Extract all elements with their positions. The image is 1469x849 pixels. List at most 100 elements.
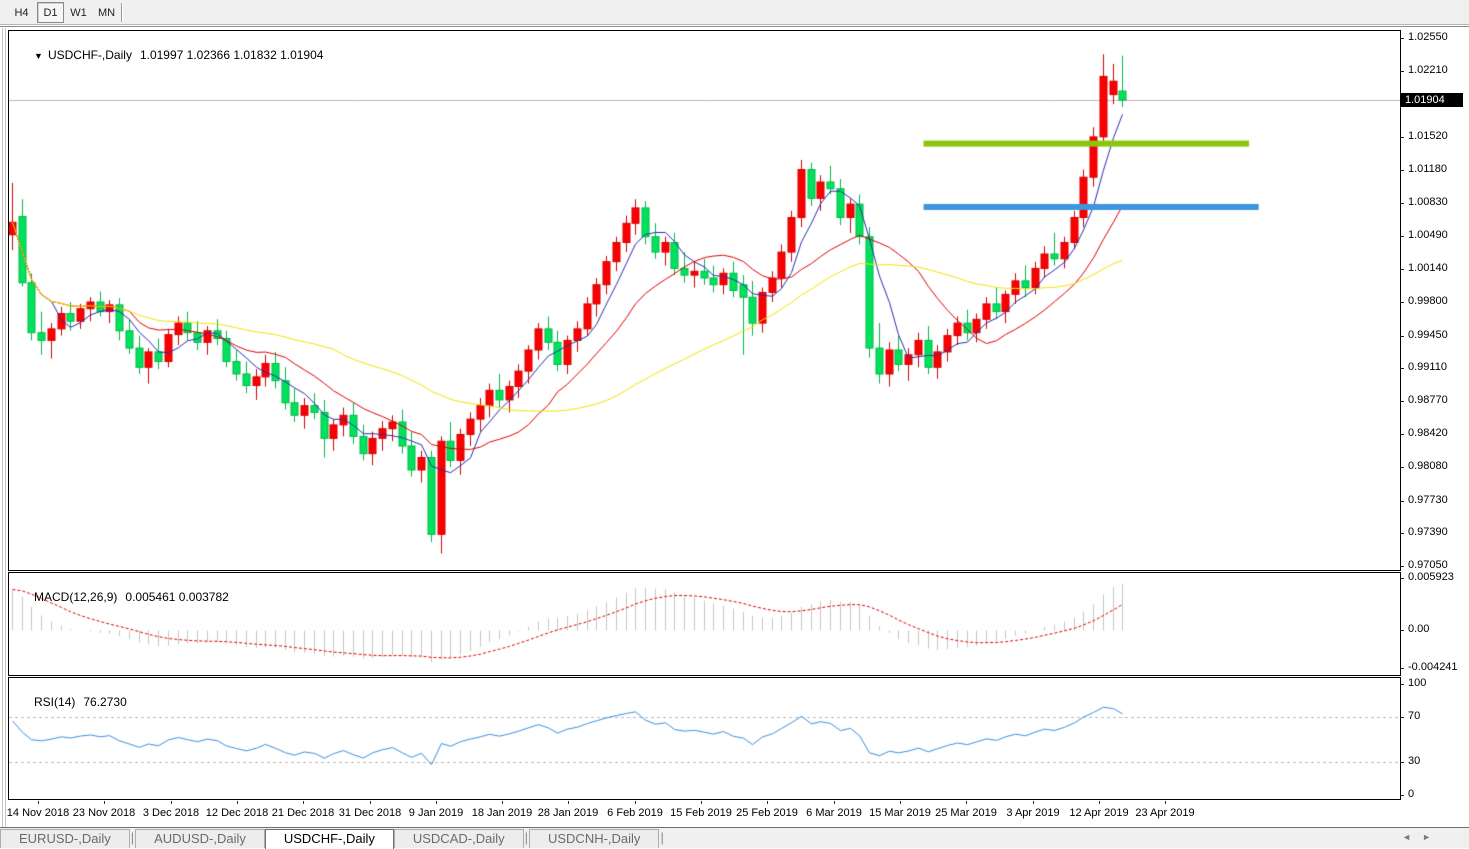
main-chart-canvas[interactable]: [9, 31, 1400, 570]
window-frame-line: [2, 28, 3, 827]
price-tick-label-tick: [1400, 368, 1404, 369]
chart-window: ▼ USDCHF-,Daily 1.01997 1.02366 1.01832 1.…: [0, 28, 1469, 827]
time-tick-label: 12 Dec 2018: [206, 807, 268, 819]
price-tick-label-tick: [1400, 269, 1404, 270]
time-tick-label: 25 Mar 2019: [935, 807, 997, 819]
tab-usdcnh-daily[interactable]: USDCNH-,Daily: [529, 829, 659, 848]
time-tick-label: 23 Apr 2019: [1135, 807, 1194, 819]
price-tick-label: 0.98770: [1408, 394, 1448, 406]
price-tick-label-tick: [1400, 203, 1404, 204]
price-tick-label: 1.01180: [1408, 163, 1447, 175]
price-tick-label-tick: [1400, 566, 1404, 567]
time-tick-label: 15 Mar 2019: [869, 807, 931, 819]
price-tick-label: 1.00830: [1408, 196, 1448, 208]
rsi-label: RSI(14)76.2730: [14, 681, 127, 723]
time-tick-label: 31 Dec 2018: [339, 807, 401, 819]
time-tick-label: 18 Jan 2019: [472, 807, 533, 819]
price-tick-label: 0.97730: [1408, 494, 1448, 506]
time-tick: [1033, 801, 1034, 804]
rsi-panel: RSI(14)76.2730: [8, 677, 1401, 800]
timeframe-toolbar: H4 D1 W1 MN: [0, 0, 1469, 25]
tab-scroll-left-arrow[interactable]: ◄: [1402, 832, 1411, 842]
collapse-icon[interactable]: ▼: [34, 51, 43, 61]
time-tick-label: 6 Feb 2019: [607, 807, 663, 819]
price-tick-label-tick: [1400, 434, 1404, 435]
macd-axis-label-tick: [1400, 630, 1404, 631]
price-tick-label-tick: [1400, 170, 1404, 171]
price-tick-label: 1.02210: [1408, 64, 1448, 76]
toolbar-underline: [0, 26, 1469, 27]
time-tick: [834, 801, 835, 804]
time-tick: [966, 801, 967, 804]
time-tick-label: 12 Apr 2019: [1069, 807, 1128, 819]
tab-eurusd-daily[interactable]: EURUSD-,Daily: [0, 829, 130, 848]
time-tick: [303, 801, 304, 804]
price-tick-label: 0.97050: [1408, 559, 1448, 571]
macd-axis-label: 0.005923: [1408, 571, 1454, 583]
time-axis[interactable]: 14 Nov 201823 Nov 20183 Dec 201812 Dec 2…: [9, 801, 1401, 826]
time-tick: [104, 801, 105, 804]
price-tick-label: 1.00140: [1408, 262, 1448, 274]
price-tick-label: 0.98080: [1408, 460, 1448, 472]
time-tick-label: 23 Nov 2018: [73, 807, 135, 819]
tab-divider: |: [525, 828, 528, 848]
price-tick-label-tick: [1400, 467, 1404, 468]
rsi-axis-label-tick: [1400, 717, 1404, 718]
price-tick-label-tick: [1400, 336, 1404, 337]
time-tick-label: 9 Jan 2019: [409, 807, 463, 819]
price-tick-label: 0.99450: [1408, 329, 1448, 341]
price-tick-label: 1.01520: [1408, 130, 1448, 142]
tab-usdcad-daily[interactable]: USDCAD-,Daily: [394, 829, 524, 848]
timeframe-button-d1[interactable]: D1: [37, 2, 64, 23]
time-tick-label: 6 Mar 2019: [806, 807, 862, 819]
macd-values: 0.005461 0.003782: [125, 590, 228, 604]
price-tick-label-tick: [1400, 302, 1404, 303]
time-tick: [370, 801, 371, 804]
tab-usdchf-daily[interactable]: USDCHF-,Daily: [265, 829, 394, 849]
timeframe-button-w1[interactable]: W1: [65, 2, 92, 23]
time-tick-label: 3 Dec 2018: [143, 807, 199, 819]
tab-audusd-daily[interactable]: AUDUSD-,Daily: [135, 829, 265, 848]
price-tick-label: 0.99110: [1408, 361, 1447, 373]
rsi-axis-label: 0: [1408, 788, 1414, 800]
window-frame-line: [5, 28, 6, 827]
macd-axis-label-tick: [1400, 668, 1404, 669]
chart-symbol-label: USDCHF-,Daily: [48, 48, 132, 62]
chart-ohlc-values: 1.01997 1.02366 1.01832 1.01904: [140, 48, 324, 62]
rsi-axis-label-tick: [1400, 684, 1404, 685]
price-tick-label: 0.99800: [1408, 295, 1448, 307]
rsi-axis-label: 30: [1408, 755, 1420, 767]
time-tick-label: 15 Feb 2019: [670, 807, 732, 819]
tab-scroll-right-arrow[interactable]: ►: [1422, 832, 1431, 842]
time-tick: [171, 801, 172, 804]
rsi-axis-label-tick: [1400, 762, 1404, 763]
time-tick-label: 3 Apr 2019: [1006, 807, 1059, 819]
rsi-canvas[interactable]: [9, 678, 1400, 799]
time-tick: [1099, 801, 1100, 804]
chart-title: ▼ USDCHF-,Daily 1.01997 1.02366 1.01832 1.…: [14, 34, 323, 76]
price-tick-label-tick: [1400, 236, 1404, 237]
time-tick: [568, 801, 569, 804]
time-tick: [701, 801, 702, 804]
toolbar-separator: [121, 3, 123, 22]
price-tick-label-tick: [1400, 38, 1404, 39]
tab-divider: |: [660, 828, 663, 848]
rsi-axis-label: 70: [1408, 710, 1420, 722]
price-axis[interactable]: 1.01904 1.025501.022101.018601.015201.01…: [1400, 28, 1469, 800]
main-chart-panel: ▼ USDCHF-,Daily 1.01997 1.02366 1.01832 1.…: [8, 30, 1401, 571]
time-tick: [38, 801, 39, 804]
current-price-label: 1.01904: [1400, 93, 1463, 107]
macd-panel: MACD(12,26,9)0.005461 0.003782: [8, 572, 1401, 676]
price-tick-label-tick: [1400, 533, 1404, 534]
time-tick: [1165, 801, 1166, 804]
time-tick-label: 21 Dec 2018: [272, 807, 334, 819]
chart-tab-bar: EURUSD-,Daily | AUDUSD-,DailyUSDCHF-,Daily…: [0, 827, 1469, 848]
time-tick: [436, 801, 437, 804]
macd-label: MACD(12,26,9)0.005461 0.003782: [14, 576, 229, 618]
price-tick-label: 0.98420: [1408, 427, 1448, 439]
price-tick-label: 1.00490: [1408, 229, 1448, 241]
macd-axis-label-tick: [1400, 578, 1404, 579]
timeframe-button-mn[interactable]: MN: [93, 2, 120, 23]
timeframe-button-h4[interactable]: H4: [8, 2, 35, 23]
time-tick-label: 25 Feb 2019: [736, 807, 798, 819]
